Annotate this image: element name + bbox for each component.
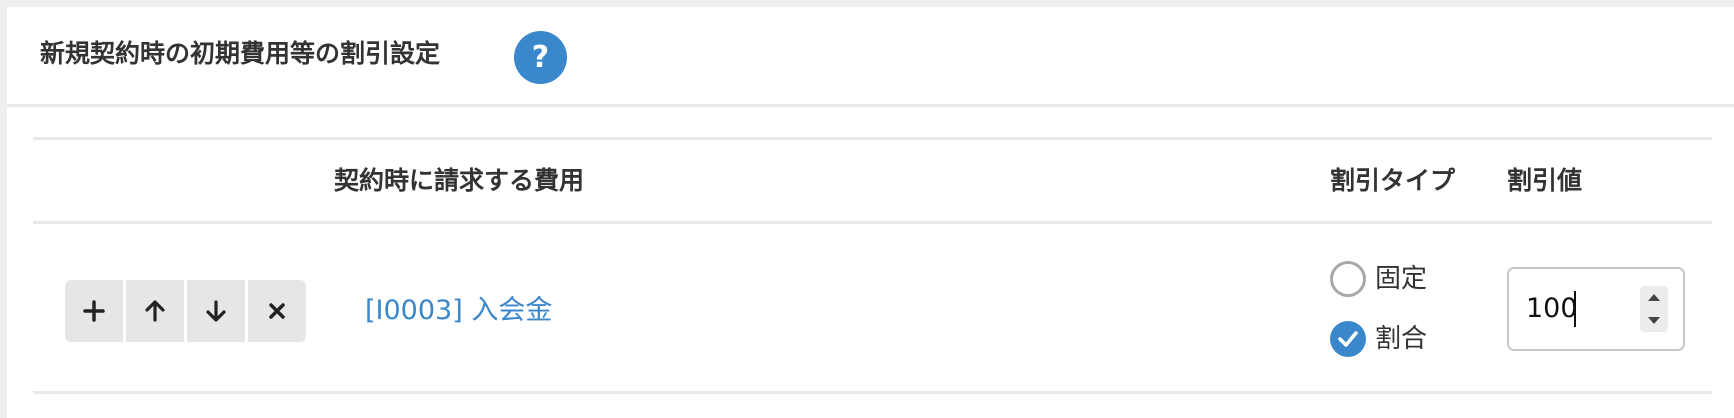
discount-value-input[interactable]: 100 (1507, 267, 1685, 351)
close-icon (269, 303, 285, 319)
delete-row-button[interactable] (248, 280, 306, 342)
panel-header: 新規契約時の初期費用等の割引設定 ? (7, 7, 1734, 107)
radio-unchecked-icon[interactable] (1330, 261, 1366, 297)
panel-title: 新規契約時の初期費用等の割引設定 (40, 39, 441, 68)
discount-type-rate-label: 割合 (1375, 324, 1428, 354)
table-top-divider (33, 137, 1712, 140)
discount-type-rate-option[interactable]: 割合 (1330, 321, 1427, 357)
discount-type-fixed-option[interactable]: 固定 (1330, 261, 1427, 297)
row-divider (33, 391, 1712, 394)
row-action-buttons (65, 280, 306, 342)
item-link[interactable]: [I0003] 入会金 (365, 295, 552, 327)
checkmark-icon (1338, 331, 1358, 347)
arrow-up-icon (145, 300, 165, 322)
move-down-button[interactable] (187, 280, 245, 342)
discount-type-fixed-label: 固定 (1375, 264, 1428, 294)
header-divider (33, 221, 1712, 224)
column-header-discount-value: 割引値 (1507, 166, 1583, 195)
move-up-button[interactable] (126, 280, 184, 342)
discount-value-text: 100 (1526, 293, 1578, 324)
arrow-down-icon (206, 300, 226, 322)
text-caret (1574, 291, 1576, 327)
column-header-item: 契約時に請求する費用 (334, 166, 585, 195)
add-row-button[interactable] (65, 280, 123, 342)
plus-icon (83, 300, 105, 322)
discount-settings-panel: 新規契約時の初期費用等の割引設定 ? (7, 7, 1734, 418)
caret-up-icon (1648, 294, 1660, 301)
radio-checked-icon[interactable] (1330, 321, 1366, 357)
caret-down-icon (1648, 317, 1660, 324)
spinner-down-button[interactable] (1640, 309, 1668, 332)
help-icon[interactable]: ? (514, 31, 567, 84)
column-header-discount-type: 割引タイプ (1330, 166, 1456, 195)
spinner-up-button[interactable] (1640, 286, 1668, 309)
number-spinner[interactable] (1640, 286, 1668, 332)
